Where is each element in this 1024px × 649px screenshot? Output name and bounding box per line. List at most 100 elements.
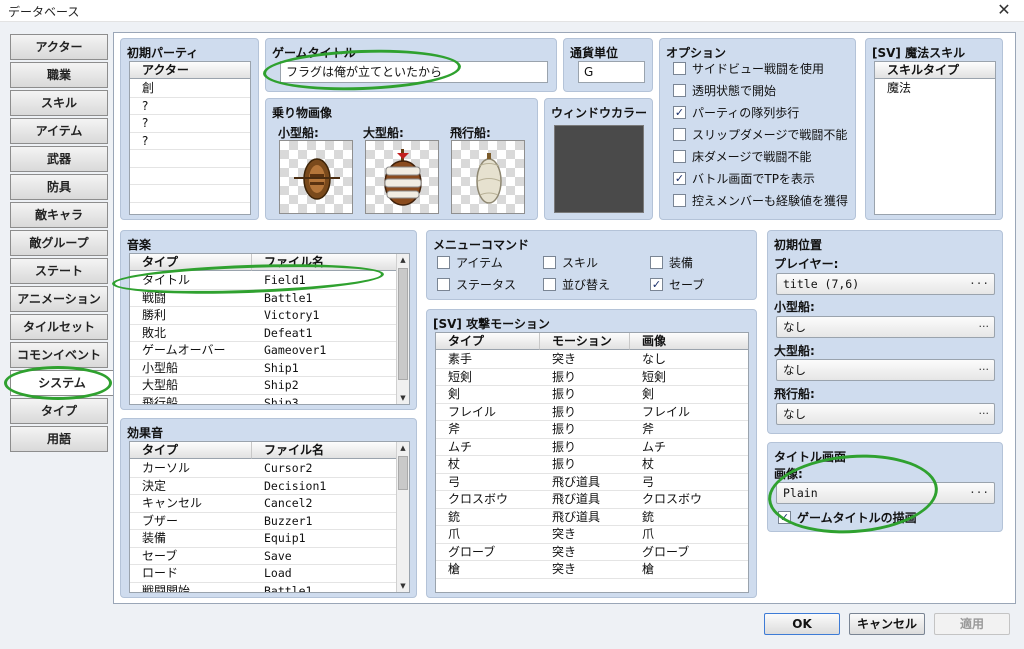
checkbox[interactable] [673, 84, 686, 97]
table-row[interactable]: クロスボウ 飛び道具 クロスボウ [436, 491, 748, 509]
window-color-label: ウィンドウカラー [551, 106, 648, 120]
checkbox[interactable] [673, 150, 686, 163]
apply-button[interactable]: 適用 [934, 613, 1010, 635]
checkbox[interactable] [437, 256, 450, 269]
ship-position-picker[interactable]: なし ··· [776, 359, 995, 381]
checkbox[interactable]: ✓ [778, 511, 791, 524]
music-scrollbar[interactable]: ▲ ▼ [396, 254, 409, 404]
nav-item-enemies[interactable]: 敵キャラ [10, 202, 108, 228]
close-icon[interactable]: ✕ [992, 0, 1016, 20]
sv-magic-skills-list[interactable]: スキルタイプ 魔法 [874, 61, 996, 215]
airship-sprite-icon [476, 153, 502, 204]
window-color-swatch[interactable] [554, 125, 644, 213]
table-row[interactable]: 弓飛び道具弓 [436, 474, 748, 491]
nav-item-classes[interactable]: 職業 [10, 62, 108, 88]
table-row[interactable]: ムチ 振り ムチ [436, 439, 748, 456]
table-row[interactable]: 銃飛び道具銃 [436, 509, 748, 526]
checkbox[interactable] [543, 256, 556, 269]
scrollbar-thumb[interactable] [398, 268, 408, 380]
table-row[interactable]: キャンセル Cancel2 [130, 495, 409, 513]
table-row[interactable]: 槍突き槍 [436, 561, 748, 579]
table-row[interactable]: ロード Load [130, 565, 409, 583]
table-row[interactable]: フレイル 振り フレイル [436, 404, 748, 421]
table-row[interactable]: 敗北 Defeat1 [130, 325, 409, 342]
table-row[interactable]: ブザー Buzzer1 [130, 513, 409, 530]
initial-party-list[interactable]: アクター 創 ? ? ? [129, 61, 251, 215]
cancel-button[interactable]: キャンセル [849, 613, 925, 635]
table-row[interactable]: 素手 突き なし [436, 351, 748, 369]
table-row[interactable]: 剣振り剣 [436, 386, 748, 404]
table-row[interactable]: 戦闘 Battle1 [130, 290, 409, 307]
table-row[interactable]: 装備 Equip1 [130, 530, 409, 548]
nav-item-states[interactable]: ステート [10, 258, 108, 284]
list-item[interactable] [130, 150, 250, 168]
scroll-down-icon[interactable]: ▼ [397, 580, 409, 592]
nav-item-weapons[interactable]: 武器 [10, 146, 108, 172]
checkbox[interactable]: ✓ [650, 278, 663, 291]
table-row[interactable]: 爪突き爪 [436, 526, 748, 544]
boat-position-picker[interactable]: なし ··· [776, 316, 995, 338]
game-title-label: ゲームタイトル [272, 46, 356, 60]
table-row[interactable]: 大型船 Ship2 [130, 377, 409, 395]
music-list[interactable]: タイプ ファイル名 タイトル Field1 戦闘 Battle1 勝利 Victory… [129, 253, 410, 405]
currency-input[interactable]: G [578, 61, 645, 83]
checkbox[interactable] [673, 128, 686, 141]
table-row[interactable]: タイトル Field1 [130, 272, 409, 290]
list-item[interactable]: 魔法 [875, 80, 995, 98]
list-item[interactable]: ? [130, 115, 250, 133]
checkbox[interactable] [437, 278, 450, 291]
list-item[interactable] [130, 168, 250, 185]
sound-effects-list[interactable]: タイプ ファイル名 カーソル Cursor2 決定 Decision1 キャンセル C… [129, 441, 410, 593]
sv-attack-motions-list[interactable]: タイプ モーション 画像 素手 突き なし 短剣 振り 短剣 剣振り剣 フレイル 振り フレ… [435, 332, 749, 593]
list-item[interactable]: ? [130, 98, 250, 115]
list-item[interactable] [130, 185, 250, 203]
table-row[interactable]: セーブ Save [130, 548, 409, 565]
player-position-picker[interactable]: title (7,6) ··· [776, 273, 995, 295]
checkbox[interactable] [673, 194, 686, 207]
nav-item-animations[interactable]: アニメーション [10, 286, 108, 312]
checkbox[interactable]: ✓ [673, 172, 686, 185]
nav-item-types[interactable]: タイプ [10, 398, 108, 424]
checkbox[interactable] [543, 278, 556, 291]
scroll-down-icon[interactable]: ▼ [397, 392, 409, 404]
nav-item-tilesets[interactable]: タイルセット [10, 314, 108, 340]
sound-effects-scrollbar[interactable]: ▲ ▼ [396, 442, 409, 592]
table-row[interactable]: グローブ 突き グローブ [436, 544, 748, 561]
nav-item-terms[interactable]: 用語 [10, 426, 108, 452]
list-item[interactable]: ? [130, 133, 250, 150]
nav-item-system[interactable]: システム [10, 370, 114, 396]
title-image-picker[interactable]: Plain ··· [776, 482, 995, 504]
table-row[interactable]: 決定 Decision1 [130, 478, 409, 495]
airship-image-slot[interactable] [451, 140, 525, 214]
scrollbar-thumb[interactable] [398, 456, 408, 490]
nav-item-skills[interactable]: スキル [10, 90, 108, 116]
table-row[interactable]: カーソル Cursor2 [130, 460, 409, 478]
nav-item-common-events[interactable]: コモンイベント [10, 342, 108, 368]
ok-button[interactable]: OK [764, 613, 840, 635]
scroll-up-icon[interactable]: ▲ [397, 442, 409, 454]
table-row[interactable]: 短剣 振り 短剣 [436, 369, 748, 386]
table-row[interactable]: 斧振り斧 [436, 421, 748, 439]
checkbox[interactable] [673, 62, 686, 75]
ship-image-label: 大型船: [363, 126, 404, 140]
column-header: 画像 [630, 333, 748, 350]
checkbox[interactable]: ✓ [673, 106, 686, 119]
nav-item-troops[interactable]: 敵グループ [10, 230, 108, 256]
checkbox[interactable] [650, 256, 663, 269]
nav-item-actors[interactable]: アクター [10, 34, 108, 60]
table-row[interactable]: 勝利 Victory1 [130, 307, 409, 325]
airship-position-picker[interactable]: なし ··· [776, 403, 995, 425]
table-row[interactable]: 小型船 Ship1 [130, 360, 409, 377]
list-item[interactable] [130, 203, 250, 215]
game-title-input[interactable]: フラグは俺が立てといたから [280, 61, 548, 83]
list-item[interactable]: 創 [130, 80, 250, 98]
table-row[interactable]: 戦闘開始 Battle1 [130, 583, 409, 593]
nav-item-items[interactable]: アイテム [10, 118, 108, 144]
ship-image-slot[interactable] [365, 140, 439, 214]
nav-item-armors[interactable]: 防具 [10, 174, 108, 200]
table-row[interactable]: ゲームオーバー Gameover1 [130, 342, 409, 360]
table-row[interactable]: 飛行船 Ship3 [130, 395, 409, 405]
boat-image-slot[interactable] [279, 140, 353, 214]
scroll-up-icon[interactable]: ▲ [397, 254, 409, 266]
table-row[interactable]: 杖振り杖 [436, 456, 748, 474]
